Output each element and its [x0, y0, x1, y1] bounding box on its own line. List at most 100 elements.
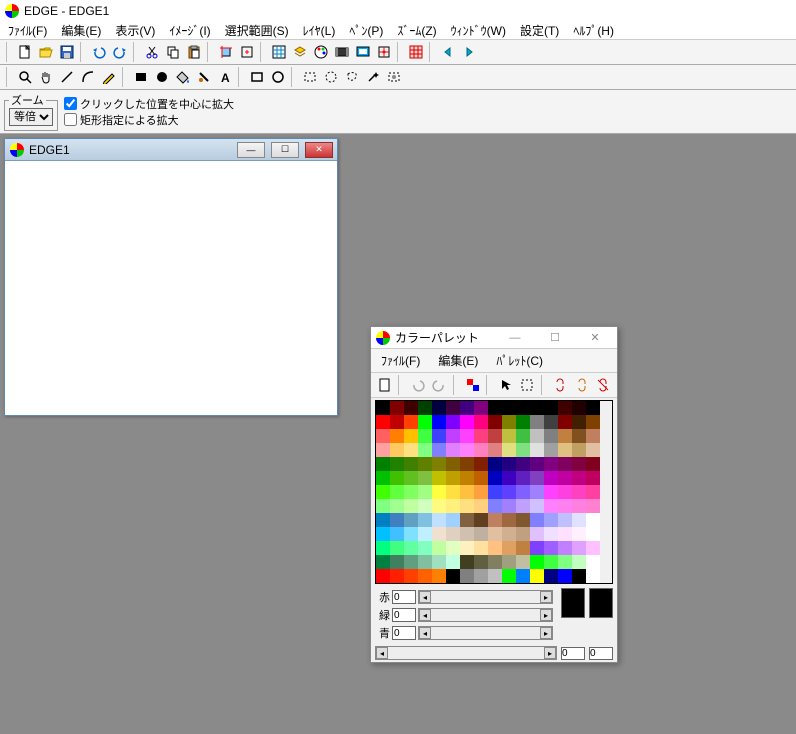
pencil-tool[interactable] [99, 67, 119, 87]
palette-cell[interactable] [474, 401, 488, 415]
palette-cell[interactable] [418, 471, 432, 485]
palette-cell[interactable] [432, 443, 446, 457]
prev-button[interactable] [438, 42, 458, 62]
lasso-tool[interactable] [342, 67, 362, 87]
palette-cell[interactable] [404, 513, 418, 527]
palette-close-button[interactable]: ✕ [577, 329, 613, 347]
menu-10[interactable]: ﾍﾙﾌﾟ(H) [567, 21, 620, 40]
palette-cell[interactable] [488, 569, 502, 583]
select-color-tool[interactable] [384, 67, 404, 87]
grid-button[interactable] [269, 42, 289, 62]
palette-cell[interactable] [516, 415, 530, 429]
palette-cell[interactable] [404, 429, 418, 443]
palette-cell[interactable] [446, 569, 460, 583]
palette-menu-0[interactable]: ﾌｧｲﾙ(F) [375, 351, 426, 370]
palette-cell[interactable] [572, 569, 586, 583]
replace-color-tool[interactable] [194, 67, 214, 87]
palette-cell[interactable] [572, 415, 586, 429]
palette-cell[interactable] [474, 471, 488, 485]
palette-cell[interactable] [558, 513, 572, 527]
palette-cell[interactable] [516, 569, 530, 583]
cut-button[interactable] [142, 42, 162, 62]
close-button[interactable]: ✕ [305, 142, 333, 158]
palette-cell[interactable] [516, 499, 530, 513]
palette-cell[interactable] [516, 485, 530, 499]
palette-cell[interactable] [460, 443, 474, 457]
menu-0[interactable]: ﾌｧｲﾙ(F) [2, 21, 53, 40]
palette-cell[interactable] [474, 555, 488, 569]
zoom-center-checkbox[interactable] [64, 97, 77, 110]
palette-cell[interactable] [460, 485, 474, 499]
foreground-color-preview[interactable] [561, 588, 585, 618]
palette-cell[interactable] [390, 443, 404, 457]
layers-button[interactable] [290, 42, 310, 62]
palette-cell[interactable] [502, 415, 516, 429]
r-slider[interactable]: ◂▸ [418, 590, 553, 604]
palette-cell[interactable] [376, 401, 390, 415]
wand-tool[interactable] [363, 67, 383, 87]
palette-cell[interactable] [418, 415, 432, 429]
palette-link1-button[interactable] [551, 375, 570, 395]
palette-cell[interactable] [390, 471, 404, 485]
palette-cell[interactable] [418, 443, 432, 457]
palette-cell[interactable] [418, 401, 432, 415]
palette-cell[interactable] [460, 401, 474, 415]
palette-cell[interactable] [516, 457, 530, 471]
palette-cell[interactable] [544, 443, 558, 457]
palette-cell[interactable] [530, 499, 544, 513]
next-button[interactable] [459, 42, 479, 62]
palette-cell[interactable] [586, 555, 600, 569]
menu-4[interactable]: 選択範囲(S) [219, 21, 295, 40]
palette-cell[interactable] [488, 443, 502, 457]
palette-cell[interactable] [558, 569, 572, 583]
palette-cell[interactable] [544, 569, 558, 583]
palette-cell[interactable] [586, 443, 600, 457]
palette-cell[interactable] [516, 541, 530, 555]
b-slider[interactable]: ◂▸ [418, 626, 553, 640]
palette-cell[interactable] [376, 527, 390, 541]
hand-tool[interactable] [36, 67, 56, 87]
palette-cell[interactable] [460, 513, 474, 527]
palette-cell[interactable] [544, 429, 558, 443]
palette-cell[interactable] [488, 471, 502, 485]
palette-cell[interactable] [390, 569, 404, 583]
open-file-button[interactable] [36, 42, 56, 62]
palette-cell[interactable] [502, 541, 516, 555]
palette-cell[interactable] [376, 415, 390, 429]
palette-cell[interactable] [488, 555, 502, 569]
menu-3[interactable]: ｲﾒｰｼﾞ(I) [163, 21, 216, 40]
position-button[interactable] [374, 42, 394, 62]
palette-cell[interactable] [572, 527, 586, 541]
palette-cell[interactable] [516, 443, 530, 457]
palette-cell[interactable] [516, 555, 530, 569]
palette-cell[interactable] [558, 499, 572, 513]
palette-cell[interactable] [474, 415, 488, 429]
palette-cell[interactable] [390, 485, 404, 499]
palette-cell[interactable] [502, 499, 516, 513]
palette-cell[interactable] [376, 569, 390, 583]
palette-cell[interactable] [376, 555, 390, 569]
save-button[interactable] [57, 42, 77, 62]
maximize-button[interactable]: ☐ [271, 142, 299, 158]
palette-cell[interactable] [460, 569, 474, 583]
palette-cell[interactable] [376, 499, 390, 513]
palette-cell[interactable] [404, 499, 418, 513]
paste-button[interactable] [184, 42, 204, 62]
palette-cell[interactable] [586, 527, 600, 541]
palette-cell[interactable] [418, 429, 432, 443]
palette-cell[interactable] [488, 499, 502, 513]
undo-button[interactable] [89, 42, 109, 62]
palette-cell[interactable] [376, 443, 390, 457]
palette-menu-1[interactable]: 編集(E) [432, 351, 484, 370]
palette-cell[interactable] [376, 429, 390, 443]
palette-cell[interactable] [460, 471, 474, 485]
palette-cell[interactable] [474, 429, 488, 443]
menu-1[interactable]: 編集(E) [55, 21, 107, 40]
palette-cell[interactable] [376, 471, 390, 485]
palette-maximize-button[interactable]: ☐ [537, 329, 573, 347]
palette-cell[interactable] [418, 541, 432, 555]
palette-cell[interactable] [502, 527, 516, 541]
menu-9[interactable]: 設定(T) [514, 21, 565, 40]
palette-cell[interactable] [432, 527, 446, 541]
palette-cell[interactable] [446, 471, 460, 485]
